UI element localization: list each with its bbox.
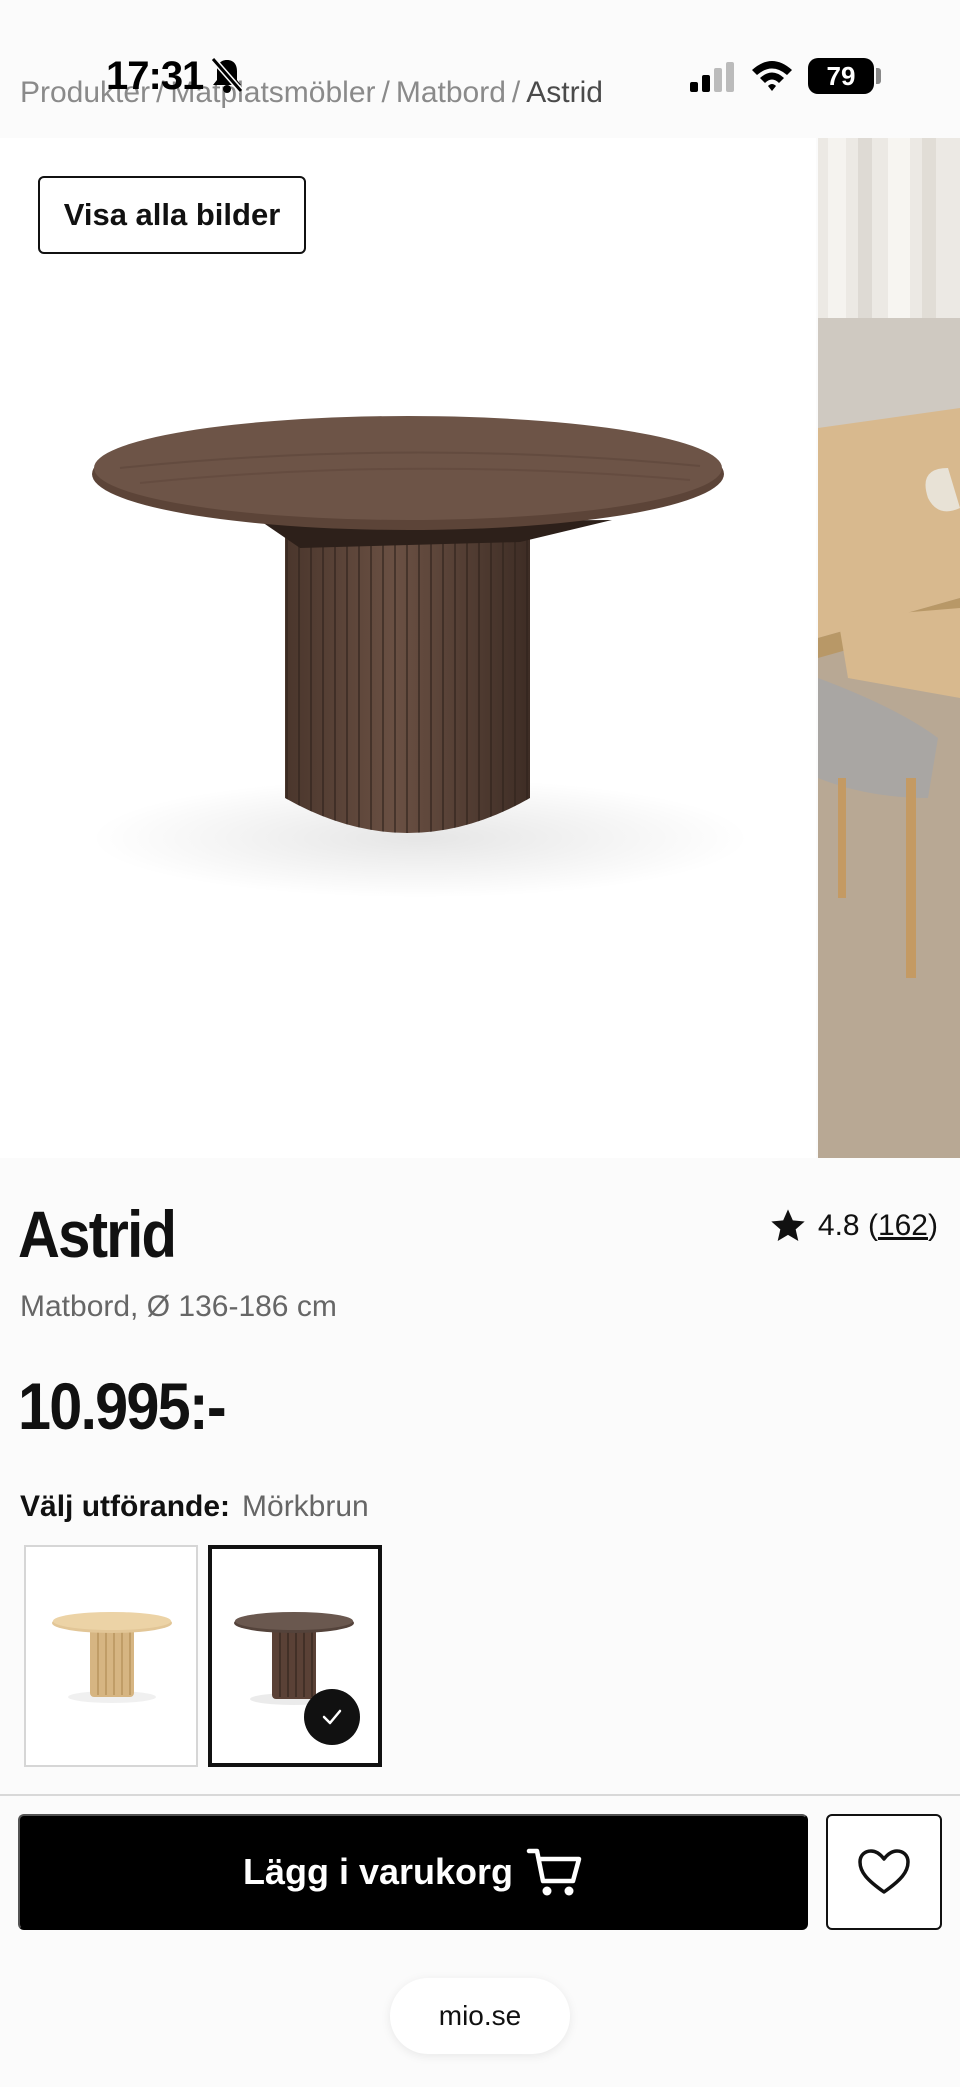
product-rating[interactable]: 4.8 (162) <box>768 1206 938 1246</box>
check-icon <box>322 1709 342 1725</box>
cellular-signal-icon <box>690 62 734 92</box>
bell-slash-icon <box>210 57 244 93</box>
light-table-thumbnail <box>52 1612 172 1703</box>
variant-label: Välj utförande: Mörkbrun <box>20 1490 369 1524</box>
wishlist-button[interactable] <box>826 1814 942 1930</box>
wifi-icon <box>752 61 792 91</box>
product-price: 10.995:- <box>18 1369 227 1443</box>
add-to-cart-button[interactable]: Lägg i varukorg <box>18 1814 808 1930</box>
divider <box>0 1794 960 1796</box>
breadcrumb-separator: / <box>381 76 390 109</box>
breadcrumb-current: Astrid <box>526 76 603 109</box>
battery-indicator: 79 <box>808 58 874 94</box>
product-image-secondary[interactable] <box>818 138 960 1158</box>
variant-swatch-light-oak[interactable] <box>24 1545 198 1767</box>
star-icon <box>771 1209 805 1241</box>
rating-close-paren: ) <box>928 1209 938 1242</box>
rating-open-paren: ( <box>859 1209 878 1242</box>
product-title: Astrid <box>18 1197 177 1271</box>
breadcrumb-separator: / <box>511 76 521 109</box>
status-time: 17:31 <box>106 54 204 98</box>
product-subtitle: Matbord, Ø 136-186 cm <box>20 1290 337 1323</box>
variant-label-text: Välj utförande: <box>20 1490 231 1523</box>
battery-tip <box>876 68 881 84</box>
breadcrumb-item-matbord[interactable]: Matbord <box>396 76 506 109</box>
view-all-images-button[interactable]: Visa alla bilder <box>38 176 306 254</box>
cart-icon <box>526 1848 582 1896</box>
product-gallery[interactable]: Visa alla bilder <box>0 138 960 1158</box>
variant-swatch-dark-brown[interactable] <box>208 1545 382 1767</box>
heart-icon <box>858 1849 910 1894</box>
product-image-main[interactable]: Visa alla bilder <box>0 138 816 1158</box>
status-bar: 17:31 79 <box>0 0 960 150</box>
table-image <box>90 416 750 898</box>
dining-room-image <box>818 138 960 1158</box>
review-count-link[interactable]: 162 <box>878 1209 928 1243</box>
variant-selected-value: Mörkbrun <box>242 1490 369 1523</box>
selected-check-badge <box>304 1689 360 1745</box>
browser-url-pill[interactable]: mio.se <box>390 1978 570 2054</box>
rating-value: 4.8 <box>817 1209 860 1242</box>
add-to-cart-label: Lägg i varukorg <box>242 1851 514 1892</box>
